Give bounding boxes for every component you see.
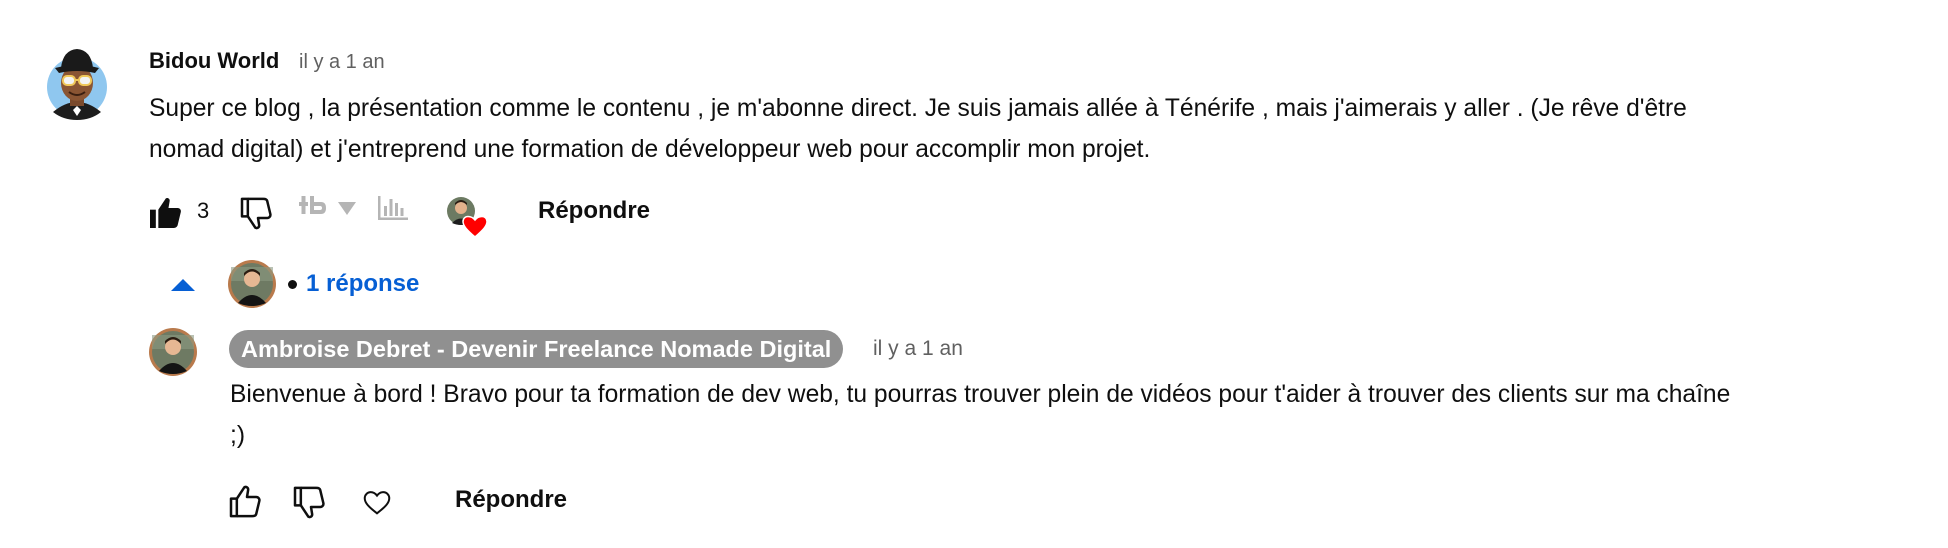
reply-author-badge[interactable]: Ambroise Debret - Devenir Freelance Noma…	[229, 330, 844, 368]
heart-icon	[363, 491, 391, 515]
dropdown-button[interactable]	[334, 196, 360, 220]
reply-button[interactable]: Répondre	[538, 197, 650, 225]
replies-toggle[interactable]: 1 réponse	[170, 256, 419, 312]
dropdown-icon	[338, 202, 356, 215]
reply-author-avatar[interactable]	[148, 327, 198, 377]
like-icon	[150, 197, 181, 228]
stats-icon	[378, 196, 408, 220]
dislike-icon	[240, 197, 272, 230]
like-count: 3	[197, 198, 210, 223]
reply-text-line: Bienvenue à bord ! Bravo pour ta formati…	[230, 381, 1731, 408]
comment-text: Super ce blog , la présentation comme le…	[149, 88, 1889, 170]
reply-text-line: ;)	[230, 422, 246, 449]
comment-author[interactable]: Bidou World	[149, 48, 279, 74]
reply-like-button[interactable]	[224, 481, 268, 523]
creator-heart-icon	[447, 197, 488, 238]
comment-timestamp[interactable]: il y a 1 an	[299, 50, 385, 74]
tubebuddy-button[interactable]	[296, 192, 332, 222]
dislike-button[interactable]	[236, 192, 278, 234]
chevron-up-icon	[171, 279, 195, 291]
reply-dislike-button[interactable]	[288, 481, 332, 523]
separator-dot	[288, 279, 297, 289]
comment-text-line: Super ce blog , la présentation comme le…	[149, 95, 1687, 122]
like-button[interactable]	[144, 192, 186, 234]
dislike-icon	[293, 486, 325, 519]
reply-reply-button[interactable]: Répondre	[455, 486, 567, 514]
replies-count-label[interactable]: 1 réponse	[306, 270, 419, 298]
reply-author-avatar-small	[228, 260, 276, 308]
comment-text-line: nomad digital) et j'entreprend une forma…	[149, 136, 1151, 163]
reply-heart-button[interactable]	[358, 484, 396, 520]
creator-heart	[444, 194, 490, 238]
commenter-avatar[interactable]	[39, 40, 115, 124]
stats-button[interactable]	[374, 192, 412, 224]
like-icon	[229, 485, 261, 518]
reply-text: Bienvenue à bord ! Bravo pour ta formati…	[230, 374, 1930, 456]
reply-timestamp[interactable]: il y a 1 an	[873, 336, 963, 362]
tubebuddy-icon	[299, 196, 326, 214]
